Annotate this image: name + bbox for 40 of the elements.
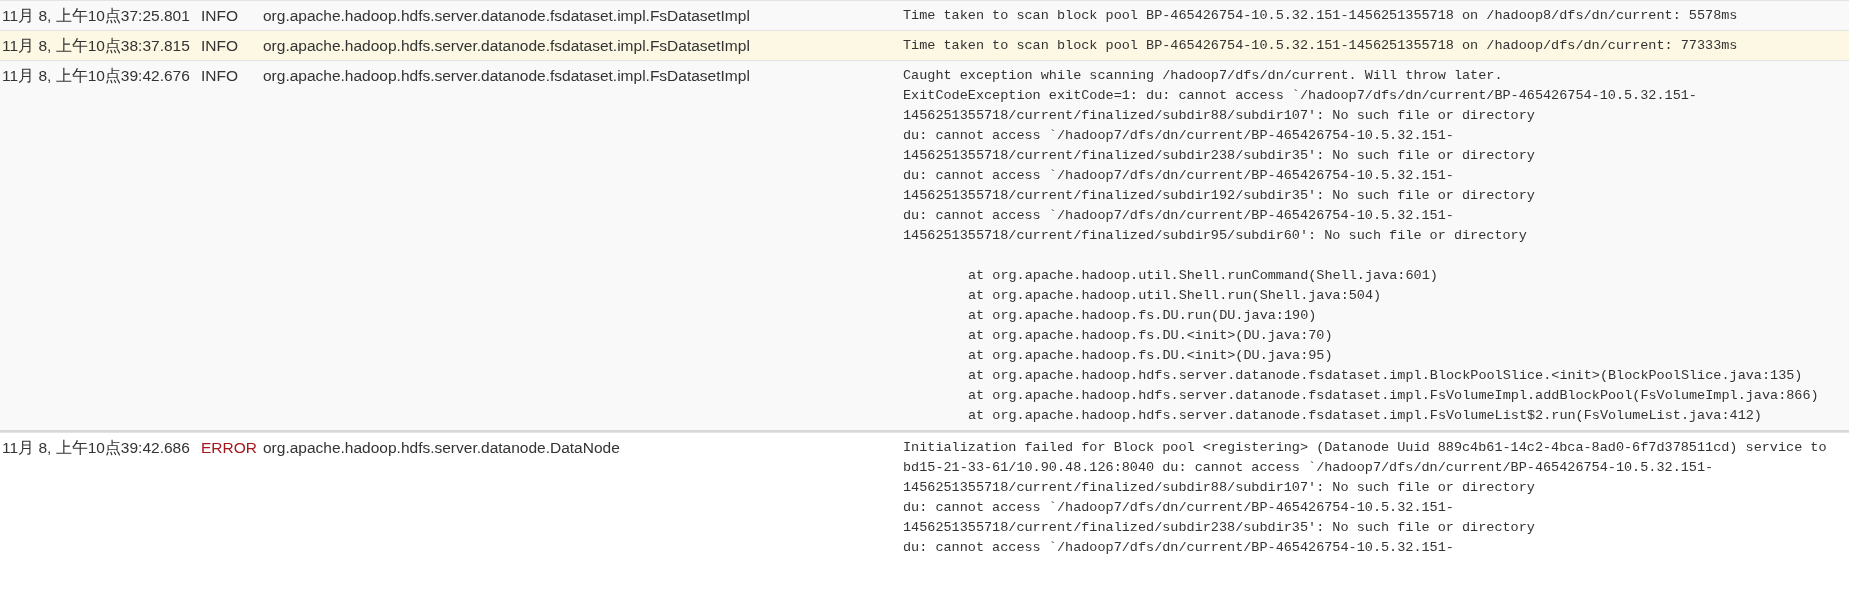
stack-trace-line: at org.apache.hadoop.fs.DU.<init>(DU.java:95) — [967, 347, 1334, 365]
log-source: org.apache.hadoop.hdfs.server.datanode.fsdataset.impl.FsDatasetImpl — [263, 6, 751, 26]
log-message-line: bd15-21-33-61/10.90.48.126:8040 du: cannot access `/hadoop7/dfs/dn/current/BP-465426754-10.5.32.151- — [903, 459, 1715, 477]
stack-trace-line: at org.apache.hadoop.util.Shell.run(Shell.java:504) — [967, 287, 1383, 305]
log-message-line: du: cannot access `/hadoop7/dfs/dn/current/BP-465426754-10.5.32.151- — [903, 499, 1455, 517]
log-message-line: 1456251355718/current/finalized/subdir88/subdir107': No such file or directory — [903, 479, 1536, 497]
timestamp: 11月 8, 上午10点39:42.676 — [2, 66, 191, 86]
log-message-line: du: cannot access `/hadoop7/dfs/dn/current/BP-465426754-10.5.32.151- — [903, 127, 1455, 145]
log-message-line: 1456251355718/current/finalized/subdir238/subdir35': No such file or directory — [903, 519, 1536, 537]
log-message-line: Initialization failed for Block pool <registering> (Datanode Uuid 889c4b61-14c2-4bca-8ad0-6f7d378511cd) service to — [903, 439, 1828, 457]
log-message-line: du: cannot access `/hadoop7/dfs/dn/current/BP-465426754-10.5.32.151- — [903, 207, 1455, 225]
log-level: INFO — [201, 36, 240, 56]
log-message-line: 1456251355718/current/finalized/subdir95/subdir60': No such file or directory — [903, 227, 1528, 245]
log-source: org.apache.hadoop.hdfs.server.datanode.DataNode — [263, 438, 621, 458]
log-row[interactable]: 11月 8, 上午10点38:37.815 INFO org.apache.hadoop.hdfs.server.datanode.fsdataset.impl.FsDatasetImpl Time taken to scan block pool BP-465426754-10.5.32.151-1456251355718 on /hadoop/dfs/dn/current: 77333ms — [0, 31, 1849, 60]
timestamp: 11月 8, 上午10点37:25.801 — [2, 6, 191, 26]
log-message-line: du: cannot access `/hadoop7/dfs/dn/current/BP-465426754-10.5.32.151- — [903, 539, 1455, 557]
log-source: org.apache.hadoop.hdfs.server.datanode.fsdataset.impl.FsDatasetImpl — [263, 66, 751, 86]
log-row[interactable]: 11月 8, 上午10点37:25.801 INFO org.apache.hadoop.hdfs.server.datanode.fsdataset.impl.FsDatasetImpl Time taken to scan block pool BP-465426754-10.5.32.151-1456251355718 on /hadoop8/dfs/dn/current: 5578ms — [0, 1, 1849, 30]
log-message-line: 1456251355718/current/finalized/subdir238/subdir35': No such file or directory — [903, 147, 1536, 165]
log-message-line: du: cannot access `/hadoop7/dfs/dn/current/BP-465426754-10.5.32.151- — [903, 167, 1455, 185]
log-source: org.apache.hadoop.hdfs.server.datanode.fsdataset.impl.FsDatasetImpl — [263, 36, 751, 56]
log-message-line: 1456251355718/current/finalized/subdir88/subdir107': No such file or directory — [903, 107, 1536, 125]
log-level: INFO — [201, 6, 240, 26]
timestamp: 11月 8, 上午10点39:42.686 — [2, 438, 191, 458]
stack-trace-line: at org.apache.hadoop.hdfs.server.datanode.fsdataset.impl.BlockPoolSlice.<init>(BlockPoolSlice.java:135) — [967, 367, 1804, 385]
stack-trace-line: at org.apache.hadoop.hdfs.server.datanode.fsdataset.impl.FsVolumeImpl.addBlockPool(FsVolumeImpl.java:866) — [967, 387, 1820, 405]
log-level: INFO — [201, 66, 240, 86]
log-level: ERROR — [201, 438, 258, 458]
log-message-line: Caught exception while scanning /hadoop7/dfs/dn/current. Will throw later. — [903, 67, 1504, 85]
log-message-line: ExitCodeException exitCode=1: du: cannot access `/hadoop7/dfs/dn/current/BP-465426754-10.5.32.151- — [903, 87, 1698, 105]
stack-trace-line: at org.apache.hadoop.fs.DU.<init>(DU.java:70) — [967, 327, 1334, 345]
log-message-line: Time taken to scan block pool BP-465426754-10.5.32.151-1456251355718 on /hadoop/dfs/dn/current: 77333ms — [903, 37, 1739, 55]
timestamp: 11月 8, 上午10点38:37.815 — [2, 36, 191, 56]
log-message-line: Time taken to scan block pool BP-465426754-10.5.32.151-1456251355718 on /hadoop8/dfs/dn/current: 5578ms — [903, 7, 1739, 25]
stack-trace-line: at org.apache.hadoop.hdfs.server.datanode.fsdataset.impl.FsVolumeList$2.run(FsVolumeList.java:412) — [967, 407, 1763, 425]
log-row[interactable] — [0, 61, 1849, 430]
stack-trace-line: at org.apache.hadoop.fs.DU.run(DU.java:190) — [967, 307, 1318, 325]
log-message-line: 1456251355718/current/finalized/subdir192/subdir35': No such file or directory — [903, 187, 1536, 205]
stack-trace-line: at org.apache.hadoop.util.Shell.runCommand(Shell.java:601) — [967, 267, 1439, 285]
